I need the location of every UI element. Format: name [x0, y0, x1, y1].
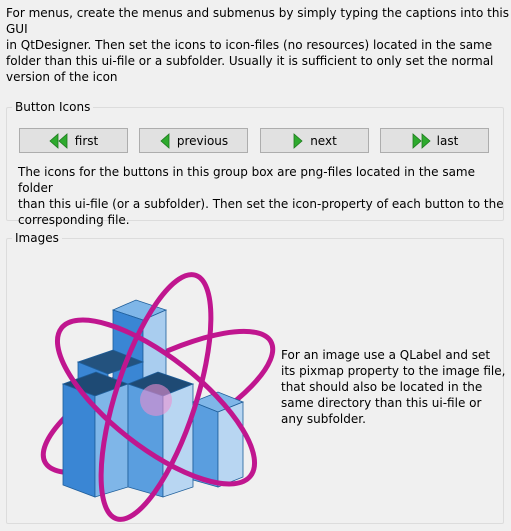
intro-line: folder than this ui-file or a subfolder.… [6, 54, 494, 68]
description-line: same directory than this ui-file or [281, 396, 482, 410]
description-line: than this ui-file (or a subfolder). Then… [18, 197, 504, 211]
description-line: For an image use a QLabel and set [281, 348, 491, 362]
previous-button-label: previous [176, 133, 229, 148]
description-line: that should also be located in the [281, 380, 483, 394]
first-button-label: first [74, 133, 99, 148]
images-description: For an image use a QLabel and set its pi… [281, 347, 505, 427]
intro-text: For menus, create the menus and submenus… [6, 5, 511, 85]
next-button[interactable]: next [260, 128, 369, 153]
intro-line: For menus, create the menus and submenus… [6, 6, 510, 36]
description-line: corresponding file. [18, 213, 130, 227]
intro-line: in QtDesigner. Then set the icons to ico… [6, 38, 493, 52]
last-button-label: last [436, 133, 459, 148]
last-button[interactable]: last [380, 128, 489, 153]
description-line: any subfolder. [281, 412, 366, 426]
button-icons-description: The icons for the buttons in this group … [18, 164, 511, 228]
double-right-arrow-icon [412, 132, 431, 149]
next-button-label: next [310, 133, 337, 148]
description-line: its pixmap property to the image file, [281, 364, 506, 378]
first-button[interactable]: first [19, 128, 128, 153]
atom-cubes-logo [40, 272, 276, 522]
intro-line: version of the icon [6, 70, 118, 84]
images-group-title: Images [12, 231, 62, 245]
description-line: The icons for the buttons in this group … [18, 165, 476, 195]
button-icons-group-title: Button Icons [12, 100, 94, 114]
right-arrow-icon [293, 132, 303, 149]
previous-button[interactable]: previous [139, 128, 248, 153]
left-arrow-icon [160, 132, 170, 149]
double-left-arrow-icon [49, 132, 68, 149]
